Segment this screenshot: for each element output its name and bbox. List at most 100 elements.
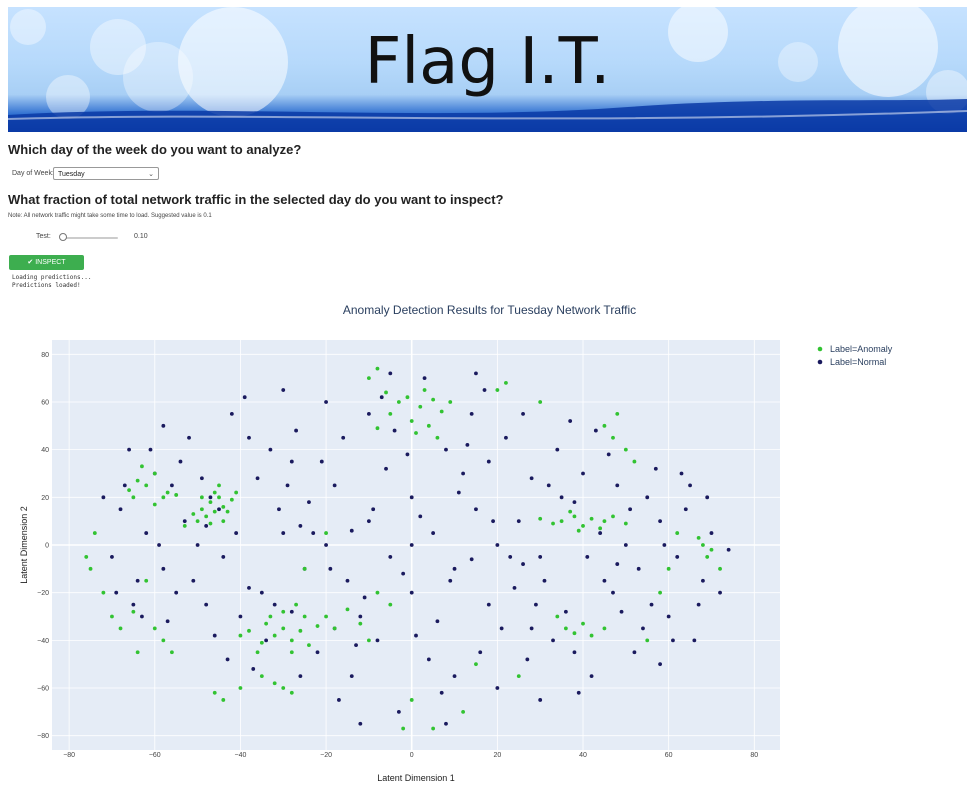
anomaly-point xyxy=(563,626,568,631)
normal-point xyxy=(581,471,585,476)
y-tick-label: 0 xyxy=(45,543,49,550)
normal-point xyxy=(504,435,508,440)
normal-point xyxy=(589,674,594,679)
normal-point xyxy=(204,602,209,607)
anomaly-point xyxy=(701,543,705,547)
anomaly-point xyxy=(298,628,303,633)
normal-point xyxy=(178,459,183,464)
x-tick-label: 60 xyxy=(665,752,673,759)
normal-point xyxy=(234,531,239,535)
normal-point xyxy=(349,528,354,533)
normal-point xyxy=(465,442,470,447)
anomaly-point xyxy=(152,471,157,476)
normal-point xyxy=(632,650,637,655)
x-tick-label: −40 xyxy=(234,752,246,759)
anomaly-point xyxy=(259,674,264,679)
anomaly-point xyxy=(234,490,239,495)
normal-point xyxy=(615,483,620,488)
anomaly-point xyxy=(199,495,204,500)
normal-point xyxy=(563,609,568,614)
normal-point xyxy=(191,578,196,583)
anomaly-point xyxy=(718,566,722,571)
normal-point xyxy=(401,571,406,576)
scatter-chart[interactable]: −80 −60 −40 −20 0 20 40 60 80 80 60 40 20 0 −20 −40 −60… xyxy=(0,0,979,801)
anomaly-point xyxy=(375,426,380,431)
normal-point xyxy=(255,476,260,481)
anomaly-point xyxy=(422,388,427,392)
normal-point xyxy=(474,507,478,512)
legend-marker-normal xyxy=(817,359,823,365)
normal-point xyxy=(718,590,722,595)
legend[interactable]: Label=Anomaly Label=Normal xyxy=(817,344,893,367)
anomaly-point xyxy=(324,531,328,535)
normal-point xyxy=(366,519,371,524)
normal-point xyxy=(469,557,474,562)
normal-point xyxy=(238,614,243,619)
anomaly-point xyxy=(516,674,521,679)
normal-point xyxy=(525,657,530,662)
normal-point xyxy=(362,595,367,600)
normal-point xyxy=(529,626,534,631)
anomaly-point xyxy=(332,626,337,631)
normal-point xyxy=(349,674,354,679)
normal-point xyxy=(671,638,675,643)
normal-point xyxy=(546,483,551,488)
anomaly-point xyxy=(474,662,478,667)
anomaly-point xyxy=(401,726,406,731)
normal-point xyxy=(264,638,269,643)
anomaly-point xyxy=(268,614,273,619)
anomaly-point xyxy=(272,633,277,638)
normal-point xyxy=(474,371,478,376)
normal-point xyxy=(666,614,671,619)
normal-point xyxy=(161,423,166,428)
normal-point xyxy=(688,483,692,488)
normal-point xyxy=(653,466,658,471)
normal-point xyxy=(628,507,633,512)
normal-point xyxy=(388,555,393,559)
anomaly-point xyxy=(375,590,380,595)
anomaly-point xyxy=(221,519,226,524)
anomaly-point xyxy=(264,621,269,626)
normal-point xyxy=(182,519,187,524)
normal-point xyxy=(444,721,448,726)
anomaly-point xyxy=(221,698,226,702)
normal-point xyxy=(679,471,684,476)
anomaly-point xyxy=(140,464,144,469)
anomaly-point xyxy=(611,514,615,519)
normal-point xyxy=(422,376,427,381)
normal-point xyxy=(709,531,714,535)
x-tick-label: −60 xyxy=(149,752,161,759)
normal-point xyxy=(623,543,628,547)
normal-point xyxy=(444,447,448,452)
anomaly-point xyxy=(418,404,423,409)
normal-point xyxy=(324,543,328,547)
anomaly-point xyxy=(448,400,453,404)
anomaly-point xyxy=(152,502,157,507)
normal-point xyxy=(122,483,127,488)
normal-point xyxy=(366,411,371,416)
anomaly-point xyxy=(289,650,294,655)
normal-point xyxy=(683,507,688,512)
y-tick-label: −40 xyxy=(37,638,49,645)
normal-point xyxy=(319,459,324,464)
y-tick-label: 20 xyxy=(41,495,49,502)
anomaly-point xyxy=(84,555,89,559)
anomaly-point xyxy=(238,633,243,638)
anomaly-point xyxy=(559,519,564,524)
normal-point xyxy=(358,721,363,726)
normal-point xyxy=(576,690,581,695)
normal-point xyxy=(217,507,221,512)
normal-point xyxy=(247,435,251,440)
anomaly-point xyxy=(161,638,166,643)
normal-point xyxy=(409,543,414,547)
normal-point xyxy=(170,483,174,488)
normal-point xyxy=(354,643,358,648)
normal-point xyxy=(311,531,316,535)
normal-point xyxy=(212,633,217,638)
normal-point xyxy=(461,471,466,476)
normal-point xyxy=(598,531,603,535)
normal-point xyxy=(148,447,153,452)
anomaly-point xyxy=(182,524,187,528)
normal-point xyxy=(195,543,200,547)
anomaly-point xyxy=(461,709,466,714)
